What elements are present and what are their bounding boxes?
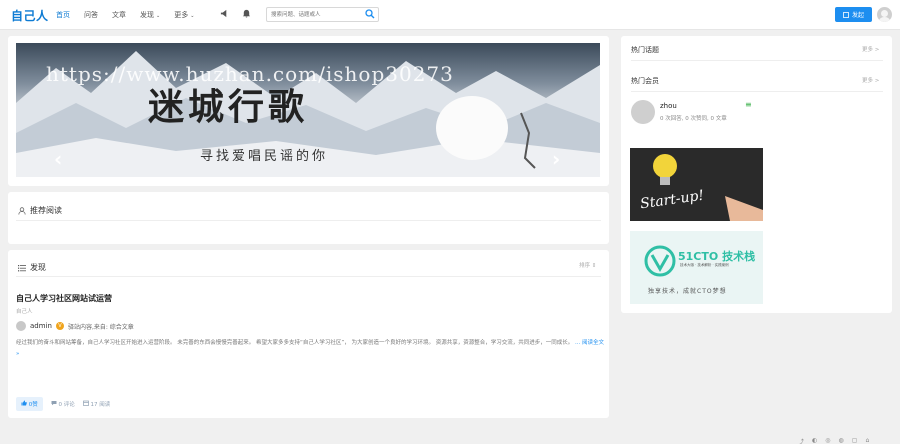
- article-meta: 驿站内容,来自: 综合文章: [67, 323, 134, 331]
- nav-item-questions[interactable]: 问答: [84, 10, 98, 20]
- bell-icon[interactable]: [242, 9, 251, 21]
- comment-count: 0 评论: [58, 402, 75, 408]
- excerpt-text: 经过我们的奋斗和网站筹备，自己人学习社区开始进入运营阶段。 未完善的东西会慢慢完…: [16, 340, 574, 346]
- copy-icon[interactable]: ▢: [852, 437, 858, 444]
- chevron-right-icon[interactable]: ›: [552, 147, 560, 171]
- edit-icon: [843, 11, 849, 18]
- top-navbar: 自己人 首页 问答 文章 发现⌄ 更多⌄ 发起: [0, 0, 900, 30]
- search-input[interactable]: [267, 8, 359, 21]
- hot-members-more-link[interactable]: 更多 >: [862, 76, 879, 84]
- article-excerpt: 经过我们的奋斗和网站筹备，自己人学习社区开始进入运营阶段。 未完善的东西会慢慢完…: [16, 338, 606, 360]
- nav-item-label: 文章: [112, 11, 126, 19]
- calendar-icon: [82, 400, 89, 406]
- ad2-brand: 51CTO 技术栈: [678, 250, 756, 263]
- ad-banner-51cto[interactable]: 51CTO 技术栈 技术大咖 · 技术解析 · 实践案例 独享技术，成就CTO梦…: [630, 231, 763, 304]
- 51cto-logo-icon: [644, 245, 676, 277]
- nav-item-articles[interactable]: 文章: [112, 10, 126, 20]
- nav-item-discover[interactable]: 发现 ⌄: [140, 10, 160, 20]
- discover-title: 发现: [30, 263, 46, 272]
- weibo-icon[interactable]: ◍: [839, 437, 844, 444]
- chevron-down-icon: ⌄: [156, 13, 161, 19]
- weixin-icon[interactable]: ◎: [825, 437, 830, 444]
- banner-watermark: https://www.huzhan.com/ishop30273: [46, 62, 454, 86]
- member-name[interactable]: zhou: [660, 102, 677, 110]
- follow-icon[interactable]: ≡: [745, 100, 752, 109]
- like-button[interactable]: 0赞: [16, 397, 43, 411]
- share-icon[interactable]: ⤴: [798, 437, 804, 444]
- ad2-small: 技术大咖 · 技术解析 · 实践案例: [680, 263, 729, 267]
- chevron-down-icon: ⌄: [190, 13, 195, 19]
- search-box: [266, 7, 379, 22]
- comment-link[interactable]: 0 评论: [51, 400, 75, 408]
- nav-item-label: 首页: [56, 11, 70, 19]
- avatar[interactable]: [16, 321, 26, 331]
- thumbs-up-icon: [21, 400, 27, 406]
- divider: [631, 91, 883, 92]
- top-icon[interactable]: ⌂: [865, 437, 869, 444]
- avatar[interactable]: [877, 7, 892, 22]
- hot-topics-header: 热门话题: [631, 45, 659, 55]
- verified-icon: V: [55, 322, 64, 330]
- site-logo[interactable]: 自己人: [11, 7, 49, 24]
- divider: [16, 220, 601, 221]
- like-count: 0赞: [28, 402, 38, 408]
- main-nav: 首页 问答 文章 发现 ⌄ 更多 ⌄: [56, 10, 208, 20]
- nav-item-home[interactable]: 首页: [56, 10, 70, 20]
- article-source: 自己人: [16, 309, 33, 315]
- divider: [631, 60, 883, 61]
- recommend-panel: [8, 192, 609, 244]
- article-actions: 0赞 0 评论 17 阅读: [16, 397, 110, 411]
- megaphone-icon[interactable]: [220, 9, 229, 21]
- user-icon: [18, 206, 26, 215]
- nav-item-more[interactable]: 更多 ⌄: [174, 10, 194, 20]
- publish-button[interactable]: 发起: [835, 7, 872, 22]
- hot-topics-title: 热门话题: [631, 46, 659, 54]
- article-title[interactable]: 自己人学习社区网站试运营: [16, 293, 112, 304]
- read-count: 17 阅读: [90, 402, 111, 408]
- nav-item-label: 发现: [140, 11, 154, 19]
- author-row: admin V 驿站内容,来自: 综合文章: [16, 321, 134, 331]
- divider: [16, 276, 601, 277]
- recommend-title: 推荐阅读: [30, 206, 62, 215]
- ad2-slogan: 独享技术，成就CTO梦想: [648, 288, 727, 295]
- comment-icon: [51, 401, 57, 406]
- footer-share-icons: ⤴ ◐ ◎ ◍ ▢ ⌂: [798, 437, 869, 444]
- sort-dropdown[interactable]: 排序 ⇕: [579, 261, 596, 269]
- hot-members-title: 热门会员: [631, 77, 659, 85]
- search-icon[interactable]: [365, 9, 375, 19]
- read-count-item: 17 阅读: [82, 400, 111, 408]
- nav-item-label: 问答: [84, 11, 98, 19]
- recommend-header: 推荐阅读: [18, 205, 62, 216]
- discover-header: 发现: [18, 262, 46, 273]
- author-name[interactable]: admin: [30, 322, 52, 330]
- banner-subtitle: 寻找爱唱民谣的你: [200, 149, 329, 164]
- list-icon: [18, 264, 26, 271]
- member-stats: 0 次回答, 0 次赞同, 0 文章: [660, 116, 727, 122]
- chevron-left-icon[interactable]: ‹: [54, 147, 62, 171]
- hot-members-header: 热门会员: [631, 76, 659, 86]
- avatar[interactable]: [631, 100, 655, 124]
- publish-label: 发起: [851, 12, 864, 19]
- nav-item-label: 更多: [174, 11, 189, 19]
- ad-banner-startup[interactable]: Start-up!: [630, 148, 763, 221]
- qq-icon[interactable]: ◐: [812, 437, 817, 444]
- hot-topics-more-link[interactable]: 更多 >: [862, 45, 879, 53]
